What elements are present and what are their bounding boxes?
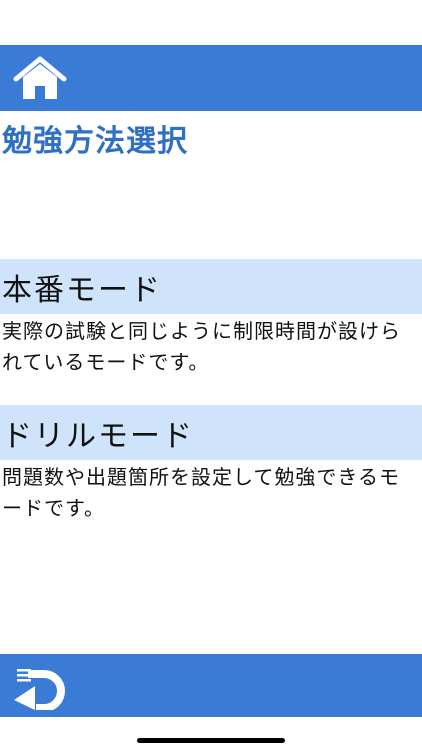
page-title: 勉強方法選択 bbox=[2, 124, 188, 159]
drill-mode-header[interactable]: ドリルモード bbox=[0, 405, 422, 460]
home-icon bbox=[13, 56, 67, 99]
home-button[interactable] bbox=[10, 53, 70, 105]
drill-mode-description: 問題数や出題箇所を設定して勉強できるモードです。 bbox=[2, 465, 400, 520]
home-indicator bbox=[137, 738, 285, 743]
back-arrow-icon bbox=[14, 669, 65, 710]
real-exam-mode-description: 実際の試験と同じように制限時間が設けられているモードです。 bbox=[2, 319, 401, 374]
real-exam-mode-header[interactable]: 本番モード bbox=[0, 259, 422, 314]
bottom-bar bbox=[0, 654, 422, 717]
back-button[interactable] bbox=[8, 660, 74, 712]
top-bar bbox=[0, 45, 422, 111]
